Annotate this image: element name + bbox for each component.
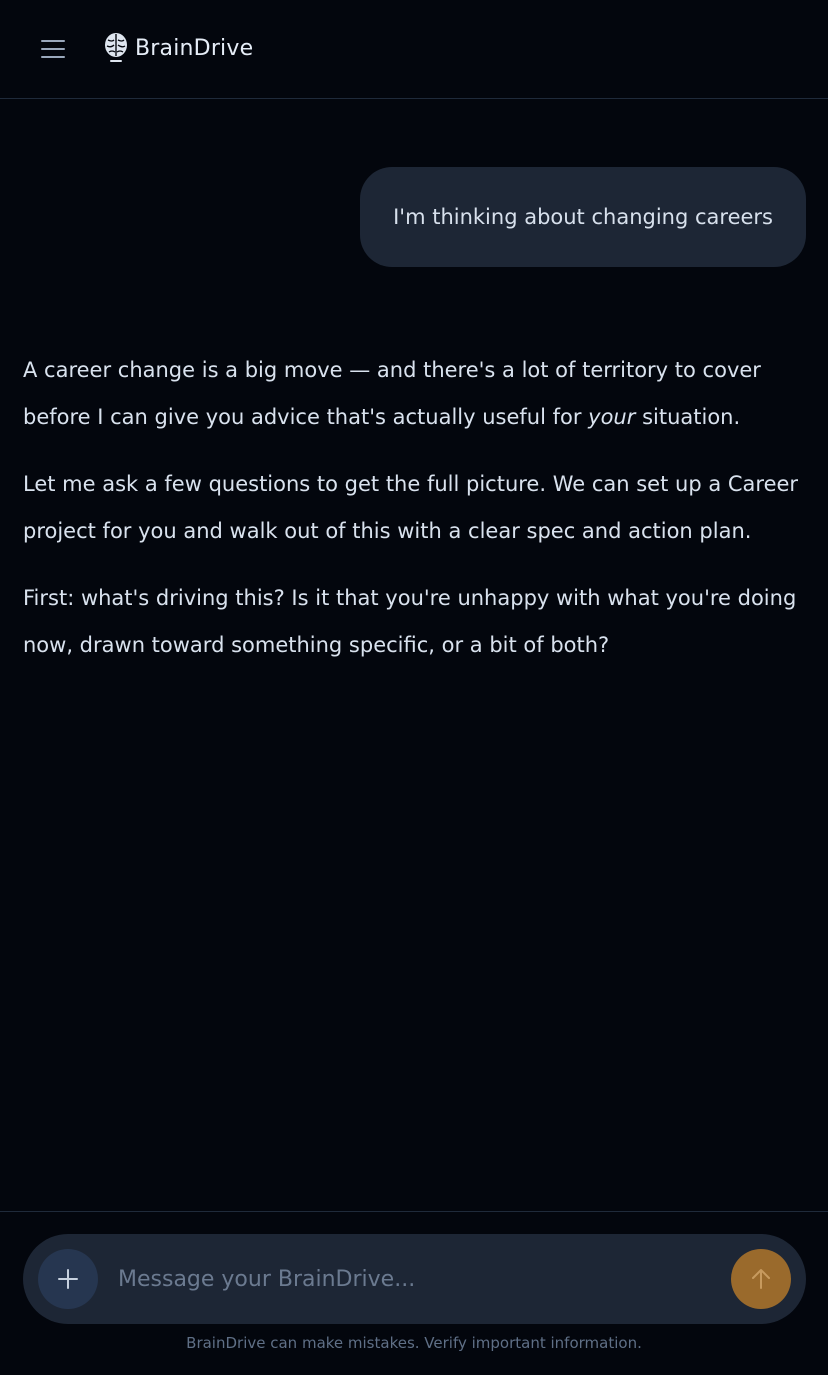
attach-button[interactable] — [38, 1249, 98, 1309]
user-message-text: I'm thinking about changing careers — [393, 205, 773, 229]
assistant-paragraph-text: situation. — [635, 405, 741, 429]
assistant-message: A career change is a big move — and ther… — [23, 347, 808, 689]
top-bar: BrainDrive — [0, 0, 828, 99]
brand-name: BrainDrive — [135, 35, 254, 61]
plus-icon — [58, 1269, 78, 1289]
assistant-paragraph: First: what's driving this? Is it that y… — [23, 586, 797, 657]
message-input[interactable] — [118, 1256, 708, 1302]
menu-button[interactable] — [36, 32, 70, 66]
hamburger-menu-icon — [41, 40, 65, 58]
disclaimer-text: BrainDrive can make mistakes. Verify imp… — [186, 1334, 642, 1352]
chat-app: BrainDrive I'm thinking about changing c… — [0, 0, 828, 1375]
message-composer — [23, 1234, 806, 1324]
brain-icon — [105, 33, 127, 62]
brand[interactable]: BrainDrive — [103, 30, 253, 66]
send-button[interactable] — [731, 1249, 791, 1309]
assistant-paragraph: Let me ask a few questions to get the fu… — [23, 472, 799, 543]
user-message-bubble: I'm thinking about changing careers — [360, 167, 806, 267]
assistant-emphasis: your — [588, 405, 636, 429]
assistant-paragraph: A career change is a big move — and ther… — [23, 347, 808, 441]
arrow-up-icon — [752, 1269, 770, 1289]
footer-divider — [0, 1211, 828, 1212]
